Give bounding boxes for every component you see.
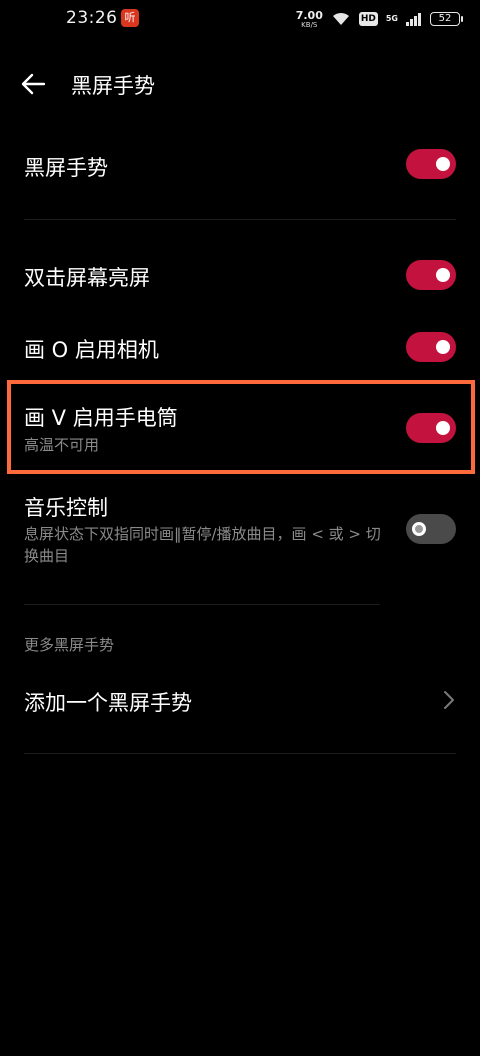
- back-button[interactable]: [14, 66, 54, 102]
- setting-row-draw-v[interactable]: 画 V 启用手电筒 高温不可用: [0, 390, 480, 470]
- add-gesture-row[interactable]: 添加一个黑屏手势: [0, 668, 480, 732]
- app-header: 黑屏手势: [0, 58, 480, 110]
- toggle-knob: [436, 340, 450, 354]
- wifi-icon: [332, 12, 349, 25]
- divider: [24, 219, 456, 220]
- music-toggle[interactable]: [406, 514, 456, 544]
- master-toggle[interactable]: [406, 149, 456, 179]
- toggle-knob: [436, 421, 450, 435]
- status-time: 23:26: [66, 8, 118, 28]
- network-speed-unit: KB/S: [301, 20, 318, 29]
- toggle-knob: [436, 157, 450, 171]
- network-speed-value: 7.00: [295, 8, 323, 22]
- status-bar: 23:26 听 7.00 KB/S HD 5G 52: [0, 0, 480, 40]
- status-indicators: 7.00 KB/S HD 5G 52: [296, 8, 463, 30]
- signal-icon: [406, 13, 421, 26]
- draw-o-toggle[interactable]: [406, 332, 456, 362]
- setting-title: 音乐控制: [24, 496, 108, 520]
- app-notification-icon: 听: [121, 9, 139, 27]
- screen: 23:26 听 7.00 KB/S HD 5G 52 黑屏手势 黑屏手势 双击屏…: [0, 0, 480, 1056]
- back-arrow-icon: [21, 73, 46, 95]
- setting-row-draw-o[interactable]: 画 O 启用相机: [0, 314, 480, 380]
- page-title: 黑屏手势: [71, 74, 155, 98]
- network-type-icon: 5G: [385, 14, 398, 23]
- setting-row-master[interactable]: 黑屏手势: [0, 130, 480, 200]
- draw-v-toggle[interactable]: [406, 413, 456, 443]
- hd-icon: HD: [358, 12, 378, 26]
- toggle-knob: [412, 522, 426, 536]
- setting-subtitle: 高温不可用: [24, 436, 100, 454]
- setting-subtitle: 息屏状态下双指同时画‖暂停/播放曲目，画 < 或 > 切换曲目: [24, 525, 381, 565]
- toggle-knob: [436, 268, 450, 282]
- setting-row-music[interactable]: 音乐控制 息屏状态下双指同时画‖暂停/播放曲目，画 < 或 > 切换曲目: [0, 488, 480, 598]
- setting-title: 画 O 启用相机: [24, 338, 159, 362]
- divider: [24, 604, 380, 605]
- section-label: 更多黑屏手势: [24, 636, 115, 654]
- setting-title: 黑屏手势: [24, 156, 108, 180]
- setting-row-double-tap[interactable]: 双击屏幕亮屏: [0, 242, 480, 308]
- setting-title: 画 V 启用手电筒: [24, 406, 178, 430]
- setting-title: 双击屏幕亮屏: [24, 266, 150, 290]
- network-speed: 7.00 KB/S: [296, 10, 323, 29]
- double-tap-toggle[interactable]: [406, 260, 456, 290]
- divider: [24, 753, 456, 754]
- battery-icon: 52: [430, 12, 463, 26]
- chevron-right-icon: [444, 691, 454, 709]
- add-gesture-label: 添加一个黑屏手势: [24, 691, 192, 715]
